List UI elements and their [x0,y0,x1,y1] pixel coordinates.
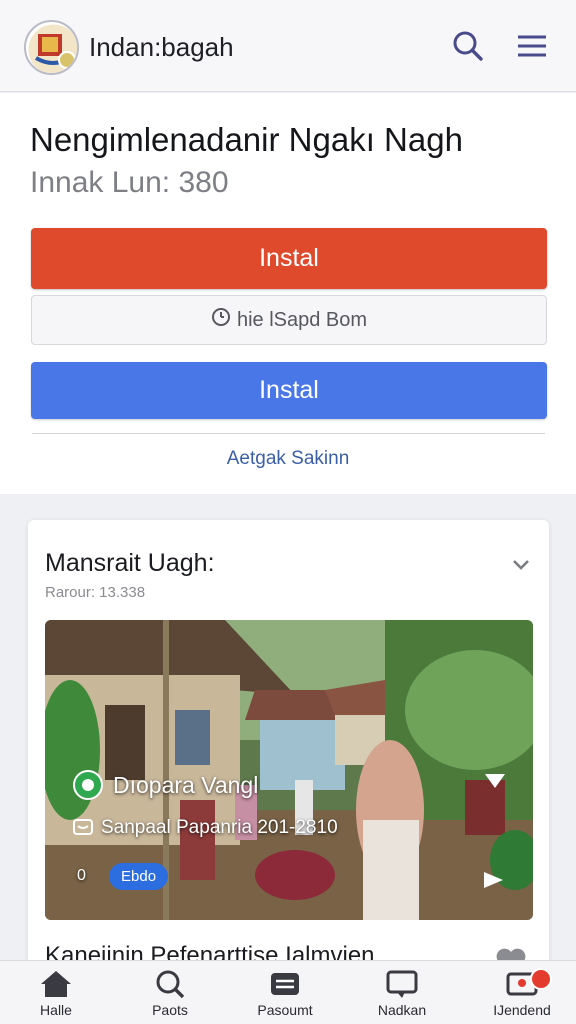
details-link[interactable]: Aetgak Sakinn [0,448,576,470]
chevron-down-icon[interactable] [509,552,533,576]
overlay-badge[interactable]: Ebdo [109,863,169,890]
clock-icon [211,297,231,345]
home-icon [41,971,71,997]
overlay-count: 0 [77,867,86,884]
app-name-heading: Nengimlenadanir Ngakı Nagh [30,121,463,158]
nav-item-search[interactable]: Paots [120,961,220,1024]
nav-label-search: Paots [152,1002,188,1018]
secondary-action-button[interactable]: hie lSapd Bom [31,295,547,345]
nav-label-profile: IJendend [493,1002,551,1018]
nav-item-home[interactable]: Halle [6,961,106,1024]
message-icon [73,819,93,835]
install-button-blue[interactable]: Instal [31,362,547,419]
chat-icon [386,970,418,998]
nav-label-home: Halle [40,1002,72,1018]
chat-bubble-icon [73,770,103,800]
triangle-down-icon[interactable] [483,772,507,790]
app-logo[interactable] [24,20,79,75]
app-title: Indan:bagah [89,32,234,62]
nav-label-chat: Nadkan [377,1002,427,1018]
bottom-navigation: Halle Paots Pasoumt Nadkan IJendend [0,960,576,1024]
search-icon [156,970,185,999]
overlay-title: Dıopara Vangl [73,770,258,800]
card-meta: Rarour: 13.338 [45,584,146,601]
app-header: Indan:bagah [0,0,576,92]
install-button-primary[interactable]: Instal [31,228,547,289]
notification-badge [530,968,552,990]
overlay-subtitle: Sanpaal Papanria 201-2810 [73,817,338,839]
app-info-panel: Nengimlenadanir Ngakı Nagh Innak Lun: 38… [0,93,576,494]
nav-item-chat[interactable]: Nadkan [352,961,452,1024]
feed-card: Mansrait Uagh: Rarour: 13.338 Dıopara Va… [28,520,549,990]
overlay-title-label: Dıopara Vangl [113,771,259,798]
wallet-icon [271,973,299,995]
village-photo[interactable]: Dıopara Vangl Sanpaal Papanria 201-2810 … [45,620,533,920]
card-title: Mansrait Uagh: [45,549,215,577]
nav-label-wallet: Pasoumt [257,1002,313,1018]
secondary-action-label: hie lSapd Bom [236,309,368,331]
play-icon[interactable] [481,868,505,892]
nav-item-profile[interactable]: IJendend [472,961,572,1024]
hamburger-menu-icon[interactable] [514,28,550,64]
app-subtitle: Innak Lun: 380 [30,166,229,199]
divider [32,433,545,434]
nav-item-wallet[interactable]: Pasoumt [235,961,335,1024]
search-icon[interactable] [450,28,486,64]
overlay-subtitle-label: Sanpaal Papanria 201-2810 [101,817,338,838]
